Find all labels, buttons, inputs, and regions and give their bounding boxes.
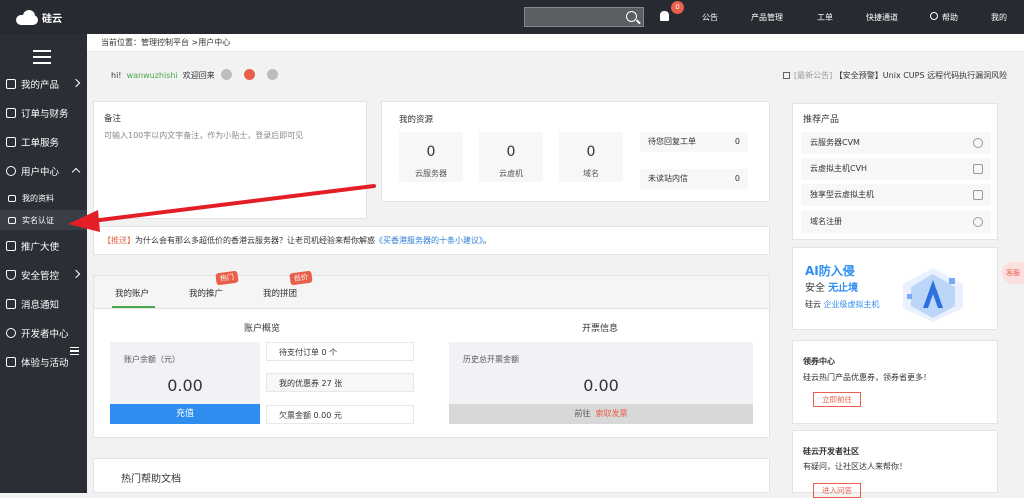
annotation-arrow (68, 184, 376, 232)
